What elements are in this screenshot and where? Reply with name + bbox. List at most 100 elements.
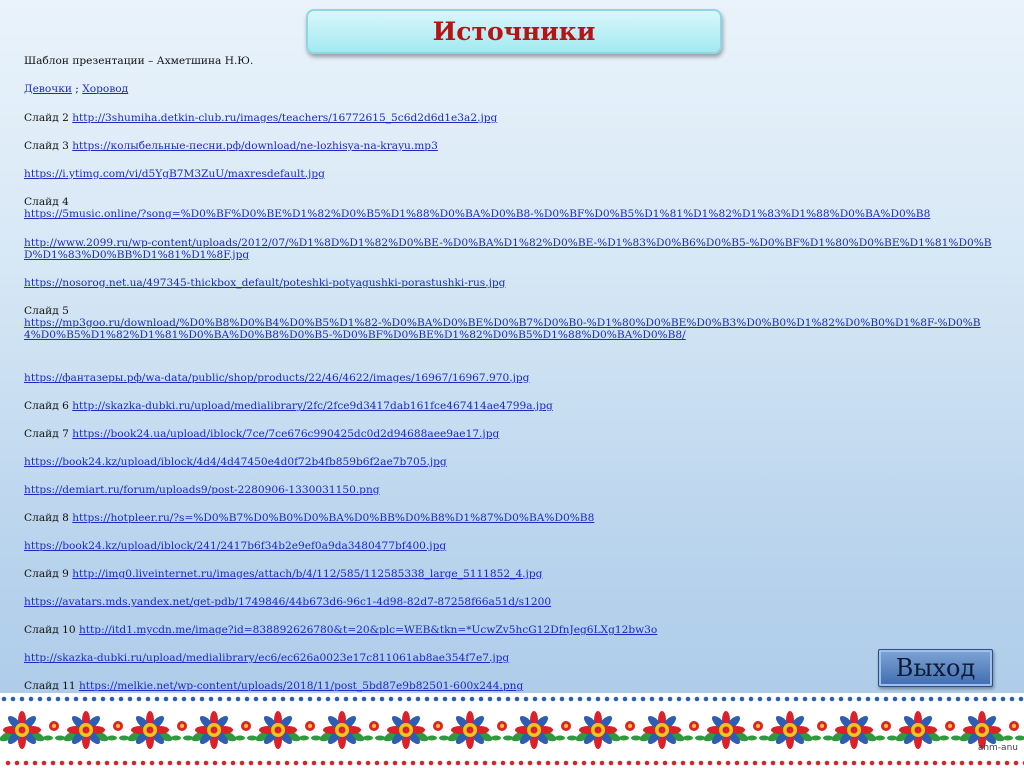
source-link[interactable]: https://колыбельные-песни.рф/download/ne… xyxy=(72,140,438,152)
bud-center xyxy=(627,723,633,729)
source-link[interactable]: http://skazka-dubki.ru/upload/medialibra… xyxy=(72,400,553,412)
bead-dot xyxy=(892,696,898,702)
ornament-pattern xyxy=(0,696,1024,766)
source-line: https://mp3goo.ru/download/%D0%B8%D0%B4%… xyxy=(24,317,996,341)
bead-dot xyxy=(221,760,227,766)
source-link[interactable]: http://img0.liveinternet.ru/images/attac… xyxy=(72,568,542,580)
bead-dot xyxy=(185,760,191,766)
flower-core xyxy=(722,726,730,734)
source-link[interactable]: http://www.2099.ru/wp-content/uploads/20… xyxy=(24,237,992,261)
source-link[interactable]: https://nosorog.net.ua/497345-thickbox_d… xyxy=(24,277,505,289)
bead-dot xyxy=(113,760,119,766)
bead-dot xyxy=(487,696,493,702)
bead-dot xyxy=(140,760,146,766)
link-separator: ; xyxy=(71,83,83,95)
bead-dot xyxy=(559,696,565,702)
source-link[interactable]: https://hotpleer.ru/?s=%D0%B7%D0%B0%D0%B… xyxy=(72,512,594,524)
bead-dot xyxy=(158,760,164,766)
source-label: Слайд 2 xyxy=(24,112,73,124)
bead-dot xyxy=(356,760,362,766)
slide-title: Источники xyxy=(432,17,596,46)
bead-dot xyxy=(811,696,817,702)
bead-dot xyxy=(568,696,574,702)
bead-dot xyxy=(415,696,421,702)
source-link[interactable]: http://itd1.mycdn.me/image?id=8388926267… xyxy=(79,624,657,636)
flower-core xyxy=(914,726,922,734)
bead-dot xyxy=(842,760,848,766)
exit-button[interactable]: Выход xyxy=(878,649,993,687)
bead-dot xyxy=(190,696,196,702)
bead-dot xyxy=(829,696,835,702)
bead-dot xyxy=(361,696,367,702)
bead-dot xyxy=(820,696,826,702)
bead-dot xyxy=(10,696,16,702)
title-banner: Источники xyxy=(306,9,722,54)
bead-dot xyxy=(815,760,821,766)
bead-dot xyxy=(734,760,740,766)
source-line: http://www.2099.ru/wp-content/uploads/20… xyxy=(24,237,996,261)
source-line: https://demiart.ru/forum/uploads9/post-2… xyxy=(24,484,380,496)
bead-dot xyxy=(410,760,416,766)
leaf-shape xyxy=(695,735,705,741)
source-link[interactable]: https://5music.online/?song=%D0%BF%D0%BE… xyxy=(24,208,930,220)
bead-dot xyxy=(905,760,911,766)
leaf-shape xyxy=(491,735,501,741)
bead-dot xyxy=(293,760,299,766)
bead-dot xyxy=(365,760,371,766)
bead-dot xyxy=(896,760,902,766)
bead-dot xyxy=(352,696,358,702)
bead-dot xyxy=(748,696,754,702)
bead-dot xyxy=(397,696,403,702)
source-link[interactable]: http://3shumiha.detkin-club.ru/images/te… xyxy=(72,112,497,124)
bead-dot xyxy=(442,696,448,702)
source-label: Слайд 11 xyxy=(24,680,79,692)
folk-ornament-border xyxy=(0,693,1024,768)
bead-dot xyxy=(388,696,394,702)
source-link[interactable]: https://book24.ua/upload/iblock/7ce/7ce6… xyxy=(72,428,499,440)
bead-dot xyxy=(392,760,398,766)
bead-dot xyxy=(86,760,92,766)
bead-dot xyxy=(761,760,767,766)
bead-dot xyxy=(851,760,857,766)
source-link[interactable]: https://book24.kz/upload/iblock/241/2417… xyxy=(24,540,446,552)
source-link[interactable]: Хоровод xyxy=(82,83,128,95)
flower-core xyxy=(338,726,346,734)
source-link[interactable]: https://mp3goo.ru/download/%D0%B8%D0%B4%… xyxy=(24,317,981,341)
leaf-shape xyxy=(171,735,181,741)
leaf-shape xyxy=(951,735,961,741)
bead-dot xyxy=(257,760,263,766)
leaf-shape xyxy=(183,735,193,741)
bead-dot xyxy=(1018,696,1024,702)
source-link[interactable]: https://фантазеры.рф/wa-data/public/shop… xyxy=(24,372,529,384)
source-link[interactable]: Девочки xyxy=(24,83,72,95)
bead-dot xyxy=(181,696,187,702)
bead-dot xyxy=(307,696,313,702)
source-link[interactable]: https://book24.kz/upload/iblock/4d4/4d47… xyxy=(24,456,447,468)
bead-dot xyxy=(707,760,713,766)
bead-dot xyxy=(473,760,479,766)
bead-dot xyxy=(595,696,601,702)
bead-dot xyxy=(248,760,254,766)
leaf-shape xyxy=(247,735,257,741)
bead-dot xyxy=(680,760,686,766)
source-line: https://5music.online/?song=%D0%BF%D0%BE… xyxy=(24,208,930,220)
bead-dot xyxy=(775,696,781,702)
source-link[interactable]: https://i.ytimg.com/vi/d5YgB7M3ZuU/maxre… xyxy=(24,168,325,180)
bead-dot xyxy=(28,696,34,702)
bead-dot xyxy=(968,760,974,766)
bead-dot xyxy=(554,760,560,766)
bead-dot xyxy=(536,760,542,766)
bead-dot xyxy=(1013,760,1019,766)
bead-dot xyxy=(280,696,286,702)
bead-dot xyxy=(617,760,623,766)
bead-dot xyxy=(311,760,317,766)
flower-core xyxy=(786,726,794,734)
source-link[interactable]: https://avatars.mds.yandex.net/get-pdb/1… xyxy=(24,596,551,608)
bead-dot xyxy=(289,696,295,702)
source-line: Слайд 10 http://itd1.mycdn.me/image?id=8… xyxy=(24,624,657,636)
source-link[interactable]: https://demiart.ru/forum/uploads9/post-2… xyxy=(24,484,380,496)
source-link[interactable]: http://skazka-dubki.ru/upload/medialibra… xyxy=(24,652,509,664)
source-link[interactable]: https://melkie.net/wp-content/uploads/20… xyxy=(79,680,523,692)
bead-dot xyxy=(694,696,700,702)
bead-dot xyxy=(550,696,556,702)
